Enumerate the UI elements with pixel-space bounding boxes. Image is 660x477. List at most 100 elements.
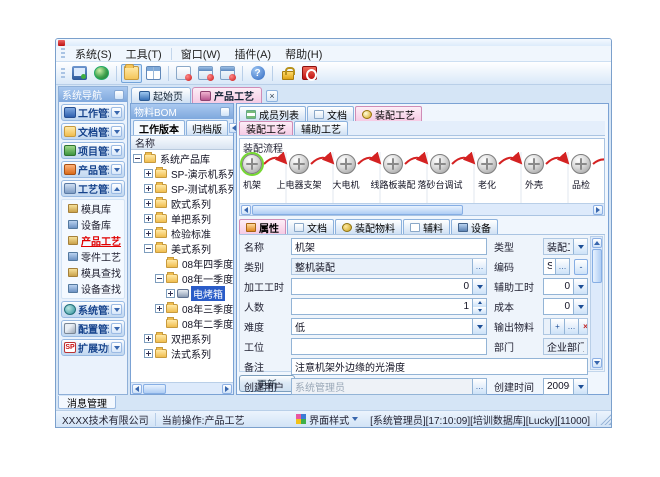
lock-button[interactable] bbox=[277, 64, 298, 83]
tree-expander-icon[interactable] bbox=[155, 304, 164, 313]
scrollbar-track[interactable] bbox=[252, 205, 592, 215]
tree-row[interactable]: 08年一季度 bbox=[131, 271, 233, 286]
scroll-right-icon[interactable] bbox=[222, 384, 232, 394]
subtab-assembly-craft[interactable]: 装配工艺 bbox=[239, 121, 293, 135]
work-hours-field[interactable] bbox=[291, 278, 487, 295]
menu-plugins[interactable]: 插件(A) bbox=[227, 45, 278, 63]
flow-node[interactable]: 线路板装配 bbox=[370, 154, 416, 191]
refresh-window-button[interactable] bbox=[195, 64, 216, 83]
type-field[interactable] bbox=[543, 238, 588, 255]
sidebar-item-device-library[interactable]: 设备库 bbox=[66, 217, 124, 232]
dropdown-icon[interactable] bbox=[573, 299, 587, 314]
tree-expander-icon[interactable] bbox=[144, 244, 153, 253]
create-time-field[interactable] bbox=[543, 378, 588, 395]
ui-style-button[interactable]: 界面样式 bbox=[290, 413, 364, 426]
tree-expander-icon[interactable] bbox=[155, 274, 164, 283]
tree-column-header[interactable]: 名称 bbox=[131, 136, 233, 150]
tree-expander-icon[interactable] bbox=[144, 169, 153, 178]
close-document-button[interactable] bbox=[173, 64, 194, 83]
flow-node[interactable]: 上电器支架 bbox=[276, 154, 322, 191]
sidebar-group-craft[interactable]: 工艺管理 bbox=[61, 180, 125, 197]
tree-expander-icon[interactable] bbox=[144, 349, 153, 358]
flow-node[interactable]: 大电机 bbox=[323, 154, 369, 191]
tree-expander-icon[interactable] bbox=[144, 229, 153, 238]
tree-row[interactable]: 系统产品库 bbox=[131, 151, 233, 166]
message-management-tab[interactable]: 消息管理 bbox=[58, 396, 116, 409]
tree-row[interactable]: 欧式系列 bbox=[131, 196, 233, 211]
department-field[interactable] bbox=[543, 338, 588, 355]
exit-button[interactable] bbox=[299, 64, 320, 83]
scroll-left-icon[interactable] bbox=[132, 384, 142, 394]
difficulty-field[interactable] bbox=[291, 318, 487, 335]
flow-node-selected[interactable]: 机架 bbox=[240, 154, 275, 191]
menu-window[interactable]: 窗口(W) bbox=[174, 45, 228, 63]
tab-assembly-materials[interactable]: 装配物料 bbox=[335, 219, 402, 234]
tree-expander-icon[interactable] bbox=[144, 334, 153, 343]
tab-auxiliary-materials[interactable]: 辅料 bbox=[403, 219, 450, 234]
tab-equipment[interactable]: 设备 bbox=[451, 219, 498, 234]
toolbar-grip-handle[interactable] bbox=[61, 68, 65, 79]
ellipsis-icon[interactable]: … bbox=[564, 319, 578, 334]
scroll-left-icon[interactable] bbox=[241, 205, 251, 215]
monitor-button[interactable] bbox=[69, 64, 90, 83]
tree-expander-icon[interactable] bbox=[144, 214, 153, 223]
people-field[interactable] bbox=[291, 298, 487, 315]
creator-field[interactable]: … bbox=[291, 378, 487, 395]
chevron-up-icon[interactable] bbox=[111, 183, 122, 194]
sidebar-item-product-craft[interactable]: 产品工艺 bbox=[66, 233, 124, 248]
dropdown-icon[interactable] bbox=[472, 319, 486, 334]
tree-row[interactable]: 08年四季度 bbox=[131, 256, 233, 271]
folder-button[interactable] bbox=[121, 64, 142, 83]
tree-row[interactable]: 08年二季度 bbox=[131, 316, 233, 331]
tab-properties[interactable]: 属性 bbox=[239, 219, 286, 234]
dropdown-icon[interactable] bbox=[573, 279, 587, 294]
tree-horizontal-scrollbar[interactable] bbox=[131, 382, 233, 394]
clear-icon[interactable]: × bbox=[578, 319, 588, 334]
scroll-right-icon[interactable] bbox=[593, 205, 603, 215]
code-minus-button[interactable]: - bbox=[574, 259, 588, 275]
sidebar-item-mold-search[interactable]: 模具查找 bbox=[66, 265, 124, 280]
chevron-down-icon[interactable] bbox=[111, 145, 122, 156]
menu-system[interactable]: 系统(S) bbox=[68, 45, 119, 63]
tree-row[interactable]: SP-演示机系列 bbox=[131, 166, 233, 181]
chevron-down-icon[interactable] bbox=[111, 342, 122, 353]
chevron-down-icon[interactable] bbox=[111, 323, 122, 334]
tree-row-selected[interactable]: 电烤箱 bbox=[131, 286, 233, 301]
grid-button[interactable] bbox=[143, 64, 164, 83]
tab-archived-version[interactable]: 归档版 bbox=[186, 120, 228, 135]
tree-row[interactable]: 美式系列 bbox=[131, 241, 233, 256]
close-window-button[interactable] bbox=[217, 64, 238, 83]
tab-documents[interactable]: 文档 bbox=[307, 106, 354, 121]
menu-help[interactable]: 帮助(H) bbox=[278, 45, 329, 63]
category-field[interactable]: … bbox=[291, 258, 487, 275]
aux-hours-field[interactable] bbox=[543, 278, 588, 295]
scrollbar-thumb[interactable] bbox=[592, 249, 602, 283]
flow-node[interactable]: 老化 bbox=[464, 154, 510, 191]
tab-member-list[interactable]: 成员列表 bbox=[239, 106, 306, 121]
bom-pin-button[interactable] bbox=[220, 107, 230, 117]
output-material-field[interactable]: +…× bbox=[543, 318, 588, 335]
flow-node[interactable]: 品检 bbox=[558, 154, 604, 191]
tree-row[interactable]: 法式系列 bbox=[131, 346, 233, 361]
tree-row[interactable]: 单把系列 bbox=[131, 211, 233, 226]
sidebar-group-config[interactable]: 配置管理 bbox=[61, 320, 125, 337]
sidebar-group-work[interactable]: 工作管理 bbox=[61, 104, 125, 121]
sidebar-group-system[interactable]: 系统管理 bbox=[61, 301, 125, 318]
add-icon[interactable]: + bbox=[550, 319, 564, 334]
tree-row[interactable]: 检验标准 bbox=[131, 226, 233, 241]
flow-horizontal-scrollbar[interactable] bbox=[240, 203, 604, 215]
dropdown-icon[interactable] bbox=[472, 279, 486, 294]
chevron-down-icon[interactable] bbox=[111, 107, 122, 118]
dropdown-icon[interactable] bbox=[573, 239, 587, 254]
subtab-auxiliary-craft[interactable]: 辅助工艺 bbox=[294, 121, 348, 135]
chevron-down-icon[interactable] bbox=[111, 304, 122, 315]
menu-grip-handle[interactable] bbox=[61, 48, 65, 59]
tab-start-page[interactable]: 起始页 bbox=[131, 87, 191, 103]
form-vertical-scrollbar[interactable] bbox=[590, 236, 603, 370]
tree-expander-icon[interactable] bbox=[144, 184, 153, 193]
globe-button[interactable] bbox=[91, 64, 112, 83]
sidebar-group-document[interactable]: 文档管理 bbox=[61, 123, 125, 140]
tree-row[interactable]: SP-测试机系列 bbox=[131, 181, 233, 196]
chevron-down-icon[interactable] bbox=[111, 164, 122, 175]
ellipsis-icon[interactable]: … bbox=[555, 259, 569, 274]
